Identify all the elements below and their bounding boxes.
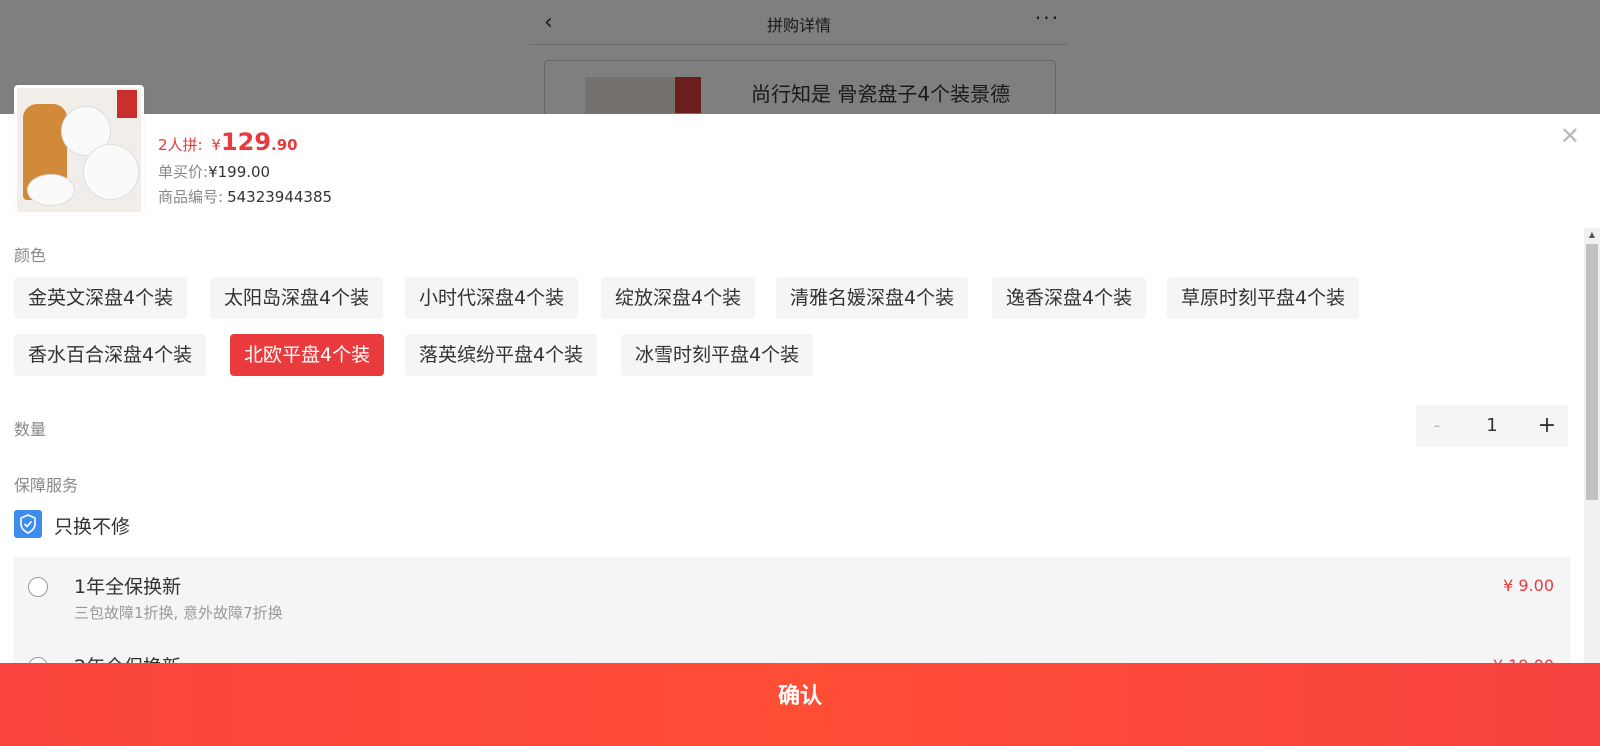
color-option[interactable]: 冰雪时刻平盘4个装 [621,334,814,376]
product-thumbnail [14,85,144,215]
color-option[interactable]: 太阳岛深盘4个装 [210,277,384,319]
sku-selection-sheet: 2人拼: ¥129.90 单买价:¥199.00 商品编号: 5432394438… [0,114,1600,746]
quantity-increase-button[interactable]: + [1526,405,1568,447]
scrollbar-thumb[interactable] [1586,244,1598,500]
service-option-title: 1年全保换新 [74,576,182,598]
service-option-radio[interactable] [28,577,48,597]
service-label: 保障服务 [14,476,79,495]
color-option[interactable]: 绽放深盘4个装 [601,277,756,319]
color-option[interactable]: 香水百合深盘4个装 [14,334,207,376]
color-option[interactable]: 草原时刻平盘4个装 [1167,277,1360,319]
service-option-desc: 三包故障1折换, 意外故障7折换 [74,604,283,622]
color-option[interactable]: 清雅名媛深盘4个装 [776,277,969,319]
close-icon[interactable]: ✕ [1560,122,1580,150]
scroll-up-arrow-icon[interactable]: ▲ [1584,228,1600,242]
color-option[interactable]: 逸香深盘4个装 [992,277,1147,319]
quantity-decrease-button[interactable]: - [1416,405,1458,447]
color-option-selected[interactable]: 北欧平盘4个装 [230,334,385,376]
service-option[interactable]: 1年全保换新 三包故障1折换, 意外故障7折换 ¥ 9.00 [14,557,1570,637]
color-option[interactable]: 金英文深盘4个装 [14,277,188,319]
single-price: 单买价:¥199.00 [158,163,271,181]
quantity-label: 数量 [14,420,47,439]
color-option[interactable]: 小时代深盘4个装 [405,277,579,319]
quantity-value[interactable]: 1 [1458,405,1526,447]
color-label: 颜色 [14,246,47,265]
quantity-stepper: - 1 + [1416,405,1568,447]
color-option[interactable]: 落英缤纷平盘4个装 [405,334,598,376]
confirm-button[interactable]: 确认 [0,663,1600,746]
service-option-price: ¥ 9.00 [1503,576,1554,595]
shield-icon [14,510,42,538]
group-price: 2人拼: ¥129.90 [158,128,298,156]
service-name: 只换不修 [54,516,131,538]
product-code: 商品编号: 54323944385 [158,188,333,206]
